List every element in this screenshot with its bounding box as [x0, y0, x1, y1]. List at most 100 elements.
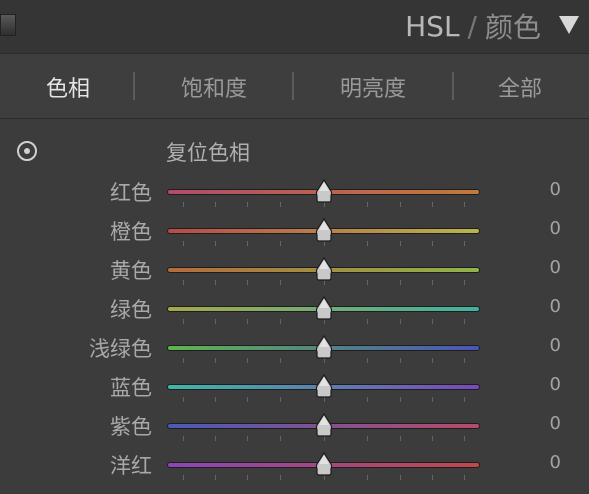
- reset-hue-button[interactable]: 复位色相: [166, 137, 250, 167]
- slider-label: 橙色: [110, 220, 152, 244]
- tab-divider: [292, 72, 294, 100]
- tab-divider: [133, 72, 135, 100]
- slider-tick: [367, 241, 368, 246]
- slider-tick: [464, 358, 465, 363]
- slider-tick: [400, 397, 401, 402]
- slider-tick: [464, 202, 465, 207]
- slider-tick: [367, 319, 368, 324]
- slider-tick: [247, 397, 248, 402]
- slider-tick: [215, 436, 216, 441]
- slider-tick: [280, 280, 281, 285]
- slider-tick: [367, 202, 368, 207]
- slider-tick: [215, 358, 216, 363]
- slider-tick: [432, 436, 433, 441]
- slider-thumb[interactable]: [315, 218, 333, 242]
- tab-saturation[interactable]: 饱和度: [181, 71, 247, 103]
- slider-tick: [280, 436, 281, 441]
- slider-tick: [432, 319, 433, 324]
- slider-tick: [247, 241, 248, 246]
- slider-tick: [183, 475, 184, 480]
- slider-value[interactable]: 0: [550, 257, 561, 278]
- slider-tick: [432, 280, 433, 285]
- slider-tick: [183, 241, 184, 246]
- slider-tick: [400, 319, 401, 324]
- slider-tick: [280, 397, 281, 402]
- slider-thumb[interactable]: [315, 335, 333, 359]
- panel-title: HSL / 颜色: [405, 8, 541, 45]
- slider-tick: [432, 475, 433, 480]
- slider-label: 紫色: [110, 415, 152, 439]
- slider-tick: [280, 475, 281, 480]
- tab-all[interactable]: 全部: [498, 71, 542, 103]
- collapse-triangle-icon[interactable]: [559, 16, 579, 34]
- slider-tick: [400, 202, 401, 207]
- slider-value[interactable]: 0: [550, 413, 561, 434]
- slider-tick: [464, 280, 465, 285]
- slider-tick: [247, 280, 248, 285]
- slider-value[interactable]: 0: [550, 374, 561, 395]
- slider-tick: [215, 241, 216, 246]
- slider-tick: [183, 436, 184, 441]
- slider-label: 红色: [110, 181, 152, 205]
- slider-tick: [367, 397, 368, 402]
- panel-title-separator: /: [467, 9, 477, 43]
- slider-tick: [400, 436, 401, 441]
- slider-tick: [400, 358, 401, 363]
- slider-thumb[interactable]: [315, 296, 333, 320]
- slider-tick: [367, 436, 368, 441]
- slider-tick: [280, 319, 281, 324]
- slider-label: 蓝色: [110, 376, 152, 400]
- slider-tick: [280, 358, 281, 363]
- slider-value[interactable]: 0: [550, 218, 561, 239]
- slider-tick: [400, 280, 401, 285]
- slider-tick: [367, 280, 368, 285]
- slider-label: 浅绿色: [89, 337, 152, 361]
- slider-tick: [215, 397, 216, 402]
- slider-tick: [215, 475, 216, 480]
- slider-thumb[interactable]: [315, 452, 333, 476]
- hsl-slider-row: 洋红 0: [0, 448, 589, 480]
- slider-tick: [464, 475, 465, 480]
- slider-thumb[interactable]: [315, 179, 333, 203]
- tab-luminance[interactable]: 明亮度: [340, 71, 406, 103]
- slider-tick: [464, 241, 465, 246]
- slider-tick: [367, 475, 368, 480]
- slider-value[interactable]: 0: [550, 335, 561, 356]
- panel-title-cn: 颜色: [484, 11, 541, 44]
- slider-tick: [432, 202, 433, 207]
- hsl-slider-row: 蓝色 0: [0, 370, 589, 402]
- hsl-slider-row: 红色 0: [0, 175, 589, 207]
- slider-thumb[interactable]: [315, 413, 333, 437]
- slider-tick: [280, 202, 281, 207]
- hsl-slider-row: 紫色 0: [0, 409, 589, 441]
- slider-tick: [432, 241, 433, 246]
- tab-divider: [452, 72, 454, 100]
- panel-collapse-handle[interactable]: [0, 14, 16, 36]
- panel-header[interactable]: HSL / 颜色: [0, 0, 589, 54]
- slider-tick: [464, 436, 465, 441]
- slider-value[interactable]: 0: [550, 452, 561, 473]
- hsl-slider-row: 绿色 0: [0, 292, 589, 324]
- tab-hue[interactable]: 色相: [46, 71, 90, 103]
- panel-title-en: HSL: [405, 9, 460, 43]
- slider-tick: [247, 358, 248, 363]
- hsl-slider-row: 橙色 0: [0, 214, 589, 246]
- hsl-tab-bar: 色相 饱和度 明亮度 全部: [0, 54, 589, 119]
- slider-label: 黄色: [110, 259, 152, 283]
- slider-value[interactable]: 0: [550, 179, 561, 200]
- slider-tick: [247, 319, 248, 324]
- slider-thumb[interactable]: [315, 374, 333, 398]
- slider-thumb[interactable]: [315, 257, 333, 281]
- slider-tick: [183, 202, 184, 207]
- slider-label: 绿色: [110, 298, 152, 322]
- slider-value[interactable]: 0: [550, 296, 561, 317]
- slider-tick: [215, 319, 216, 324]
- slider-tick: [247, 475, 248, 480]
- slider-tick: [432, 397, 433, 402]
- slider-tick: [247, 436, 248, 441]
- target-adjustment-icon[interactable]: [17, 141, 37, 161]
- hsl-slider-row: 浅绿色 0: [0, 331, 589, 363]
- slider-tick: [280, 241, 281, 246]
- slider-tick: [183, 397, 184, 402]
- slider-tick: [247, 202, 248, 207]
